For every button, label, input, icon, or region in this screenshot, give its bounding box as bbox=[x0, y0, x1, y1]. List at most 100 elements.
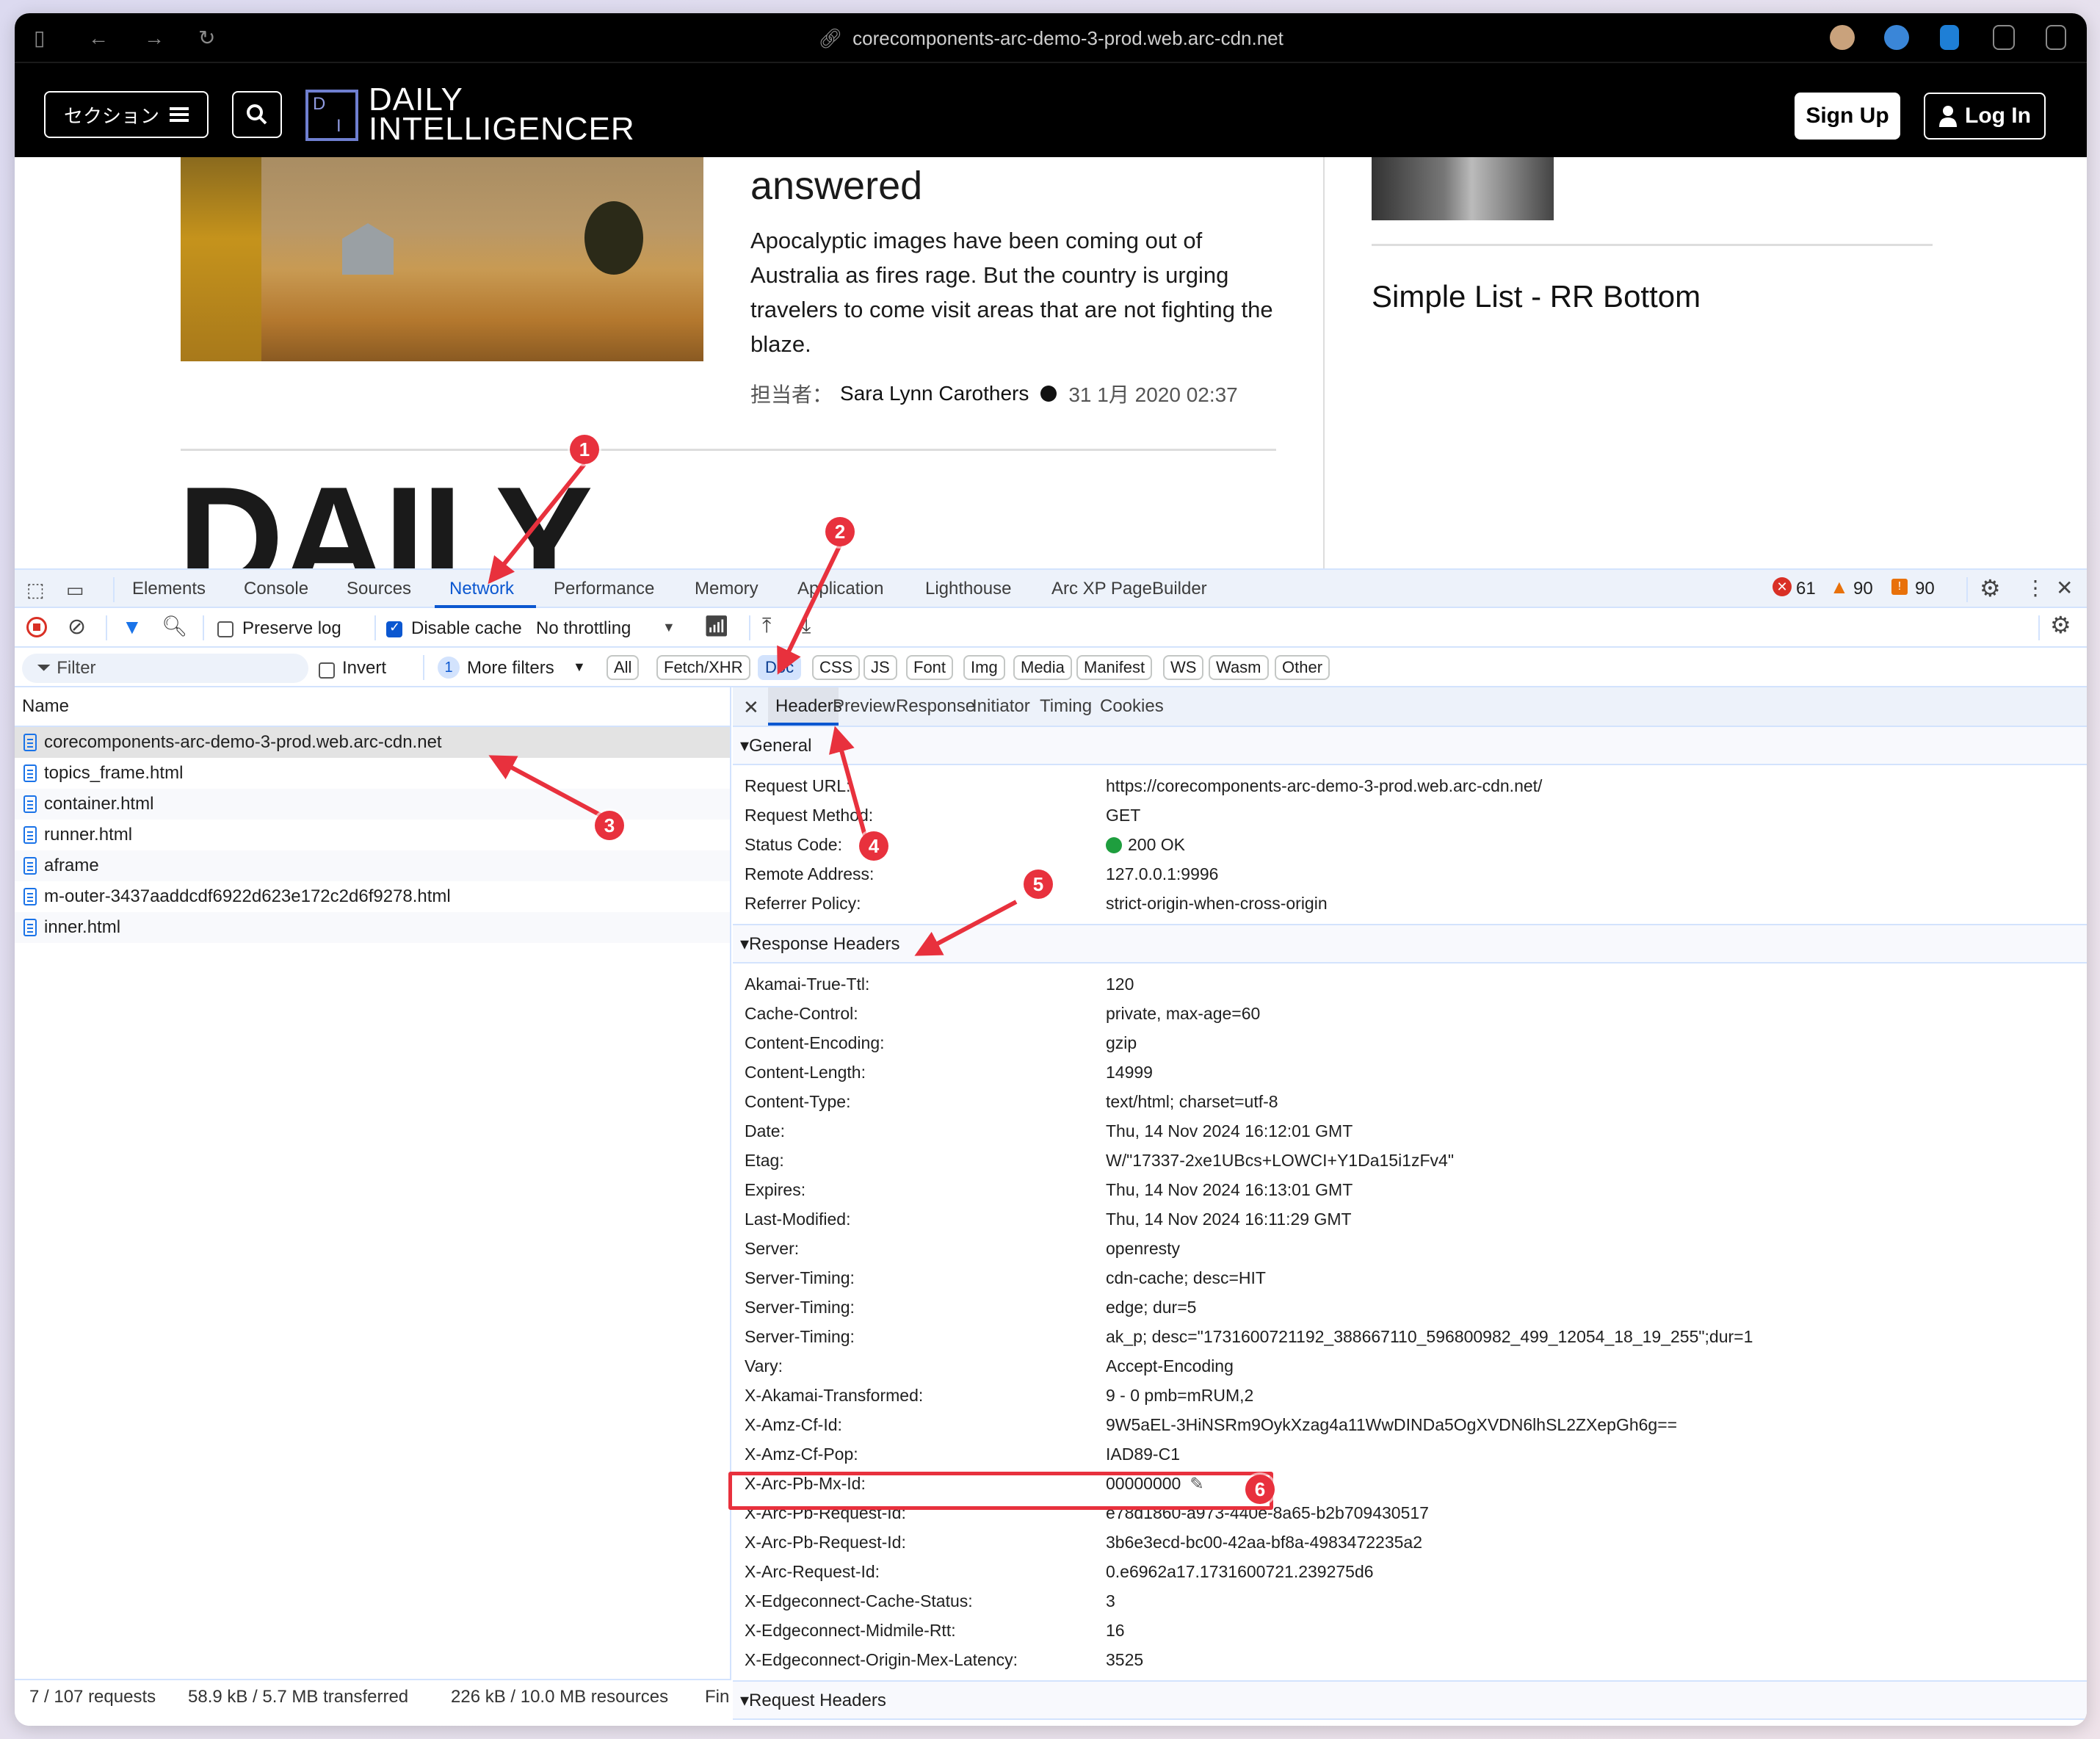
logo-mark[interactable]: D I bbox=[305, 90, 358, 141]
tab-application[interactable]: Application bbox=[797, 579, 883, 599]
filter-type-other[interactable]: Other bbox=[1275, 655, 1330, 680]
network-settings-icon[interactable]: ⚙ bbox=[2050, 611, 2071, 639]
header-value[interactable]: 14999 bbox=[1106, 1058, 1153, 1087]
detail-tab-response[interactable]: Response bbox=[896, 696, 975, 717]
sidebar-image[interactable] bbox=[1372, 157, 1554, 220]
filter-type-js[interactable]: JS bbox=[863, 655, 897, 680]
tab-performance[interactable]: Performance bbox=[554, 579, 654, 599]
invert-checkbox[interactable] bbox=[319, 659, 335, 680]
header-value[interactable]: 9W5aEL-3HiNSRm9OykXzag4a11WwDINDa5OgXVDN… bbox=[1106, 1410, 1677, 1439]
device-toolbar-icon[interactable]: ▭ bbox=[66, 579, 84, 601]
search-button[interactable] bbox=[232, 91, 282, 138]
filter-type-img[interactable]: Img bbox=[963, 655, 1005, 680]
header-value[interactable]: strict-origin-when-cross-origin bbox=[1106, 889, 1328, 918]
inspect-element-icon[interactable]: ⬚ bbox=[26, 579, 45, 601]
throttling-dropdown-icon[interactable]: ▼ bbox=[662, 620, 676, 635]
import-har-icon[interactable]: ⤒ bbox=[762, 614, 771, 638]
export-har-icon[interactable]: ⤓ bbox=[802, 614, 811, 638]
header-value[interactable]: 3b6e3ecd-bc00-42aa-bf8a-4983472235a2 bbox=[1106, 1528, 1422, 1557]
sign-up-button[interactable]: Sign Up bbox=[1795, 93, 1900, 140]
general-section-header[interactable]: ▾General bbox=[733, 727, 2087, 765]
article-image[interactable] bbox=[181, 157, 703, 361]
header-value[interactable]: Accept-Encoding bbox=[1106, 1351, 1234, 1381]
header-value[interactable]: 3525 bbox=[1106, 1645, 1143, 1674]
header-value[interactable]: edge; dur=5 bbox=[1106, 1292, 1196, 1322]
request-row[interactable]: m-outer-3437aaddcdf6922d623e172c2d6f9278… bbox=[15, 881, 730, 912]
extension-controls-icon[interactable] bbox=[1993, 25, 2015, 50]
column-header-name[interactable]: Name bbox=[15, 687, 730, 727]
article-title[interactable]: answered bbox=[750, 163, 922, 209]
request-row[interactable]: aframe bbox=[15, 850, 730, 881]
header-value[interactable]: Thu, 14 Nov 2024 16:12:01 GMT bbox=[1106, 1116, 1353, 1146]
sections-menu-button[interactable]: セクション bbox=[44, 91, 209, 138]
warning-count[interactable]: 90 bbox=[1853, 579, 1873, 599]
header-value[interactable]: 127.0.0.1:9996 bbox=[1106, 859, 1218, 889]
disable-cache-checkbox[interactable] bbox=[386, 618, 402, 639]
password-manager-icon[interactable] bbox=[1884, 25, 1909, 50]
record-stop-icon[interactable] bbox=[26, 617, 47, 637]
site-logo[interactable]: DAILY INTELLIGENCER bbox=[369, 84, 635, 145]
header-value[interactable]: cdn-cache; desc=HIT bbox=[1106, 1263, 1266, 1292]
header-value[interactable]: text/html; charset=utf-8 bbox=[1106, 1087, 1278, 1116]
response-headers-section-header[interactable]: ▾Response Headers bbox=[733, 925, 2087, 964]
header-value[interactable]: W/"17337-2xe1UBcs+LOWCI+Y1Da15i1zFv4" bbox=[1106, 1146, 1454, 1175]
issues-count[interactable]: 90 bbox=[1915, 579, 1935, 599]
header-value[interactable]: Thu, 14 Nov 2024 16:13:01 GMT bbox=[1106, 1175, 1353, 1204]
header-value[interactable]: GET bbox=[1106, 800, 1140, 830]
header-value[interactable]: private, max-age=60 bbox=[1106, 999, 1260, 1028]
filter-toggle-icon[interactable]: ▼ bbox=[122, 615, 142, 639]
filter-type-all[interactable]: All bbox=[607, 655, 640, 680]
header-value[interactable]: openresty bbox=[1106, 1234, 1180, 1263]
tab-memory[interactable]: Memory bbox=[695, 579, 758, 599]
address-bar[interactable]: 🔗︎ corecomponents-arc-demo-3-prod.web.arc… bbox=[15, 26, 2087, 50]
filter-input[interactable]: ⏷ Filter bbox=[22, 654, 308, 683]
header-value[interactable]: 16 bbox=[1106, 1616, 1125, 1645]
preserve-log-checkbox[interactable] bbox=[217, 618, 233, 639]
detail-tab-initiator[interactable]: Initiator bbox=[972, 696, 1030, 717]
tab-console[interactable]: Console bbox=[244, 579, 308, 599]
detail-tab-preview[interactable]: Preview bbox=[833, 696, 895, 717]
tab-lighthouse[interactable]: Lighthouse bbox=[925, 579, 1011, 599]
request-headers-section-header[interactable]: ▾Request Headers bbox=[733, 1682, 2087, 1720]
status-code-text[interactable]: 200 OK bbox=[1128, 835, 1185, 854]
request-row[interactable]: corecomponents-arc-demo-3-prod.web.arc-c… bbox=[15, 727, 730, 758]
settings-gear-icon[interactable]: ⚙ bbox=[1980, 574, 2001, 602]
request-row[interactable]: topics_frame.html bbox=[15, 758, 730, 789]
more-options-icon[interactable]: ⋮ bbox=[2025, 576, 2046, 600]
close-detail-icon[interactable]: ✕ bbox=[743, 696, 759, 719]
tab-network[interactable]: Network bbox=[449, 579, 514, 599]
more-filters-dropdown-icon[interactable]: ▼ bbox=[573, 659, 586, 675]
extension-avatar-icon[interactable] bbox=[1830, 25, 1855, 50]
split-view-icon[interactable] bbox=[2046, 25, 2066, 50]
extension-blue-icon[interactable] bbox=[1940, 25, 1959, 50]
filter-type-fetch-xhr[interactable]: Fetch/XHR bbox=[656, 655, 750, 680]
tab-sources[interactable]: Sources bbox=[347, 579, 411, 599]
filter-type-media[interactable]: Media bbox=[1013, 655, 1072, 680]
header-value[interactable]: 0.e6962a17.1731600721.239275d6 bbox=[1106, 1557, 1374, 1586]
header-value[interactable]: 3 bbox=[1106, 1586, 1115, 1616]
header-value[interactable]: https://corecomponents-arc-demo-3-prod.w… bbox=[1106, 771, 1542, 800]
filter-type-font[interactable]: Font bbox=[906, 655, 954, 680]
header-value[interactable]: 120 bbox=[1106, 969, 1134, 999]
tab-arc-xp-pagebuilder[interactable]: Arc XP PageBuilder bbox=[1051, 579, 1207, 599]
filter-type-css[interactable]: CSS bbox=[812, 655, 861, 680]
header-value[interactable]: ak_p; desc="1731600721192_388667110_5968… bbox=[1106, 1322, 1753, 1351]
filter-type-ws[interactable]: WS bbox=[1163, 655, 1204, 680]
header-value[interactable]: IAD89-C1 bbox=[1106, 1439, 1180, 1469]
log-in-button[interactable]: Log In bbox=[1924, 93, 2046, 140]
header-value[interactable]: gzip bbox=[1106, 1028, 1137, 1058]
header-value[interactable]: 9 - 0 pmb=mRUM,2 bbox=[1106, 1381, 1253, 1410]
request-row[interactable]: inner.html bbox=[15, 912, 730, 943]
detail-tab-timing[interactable]: Timing bbox=[1040, 696, 1092, 717]
throttling-select[interactable]: No throttling bbox=[536, 618, 631, 639]
filter-type-doc[interactable]: Doc bbox=[758, 655, 802, 680]
author-name[interactable]: Sara Lynn Carothers bbox=[840, 382, 1029, 405]
error-count[interactable]: 61 bbox=[1796, 579, 1816, 599]
detail-tab-cookies[interactable]: Cookies bbox=[1100, 696, 1164, 717]
clear-icon[interactable]: ⊘ bbox=[68, 614, 86, 640]
more-filters-button[interactable]: More filters bbox=[467, 658, 554, 679]
filter-type-wasm[interactable]: Wasm bbox=[1209, 655, 1269, 680]
request-row[interactable]: container.html bbox=[15, 789, 730, 820]
tab-elements[interactable]: Elements bbox=[132, 579, 206, 599]
header-value[interactable]: Thu, 14 Nov 2024 16:11:29 GMT bbox=[1106, 1204, 1352, 1234]
